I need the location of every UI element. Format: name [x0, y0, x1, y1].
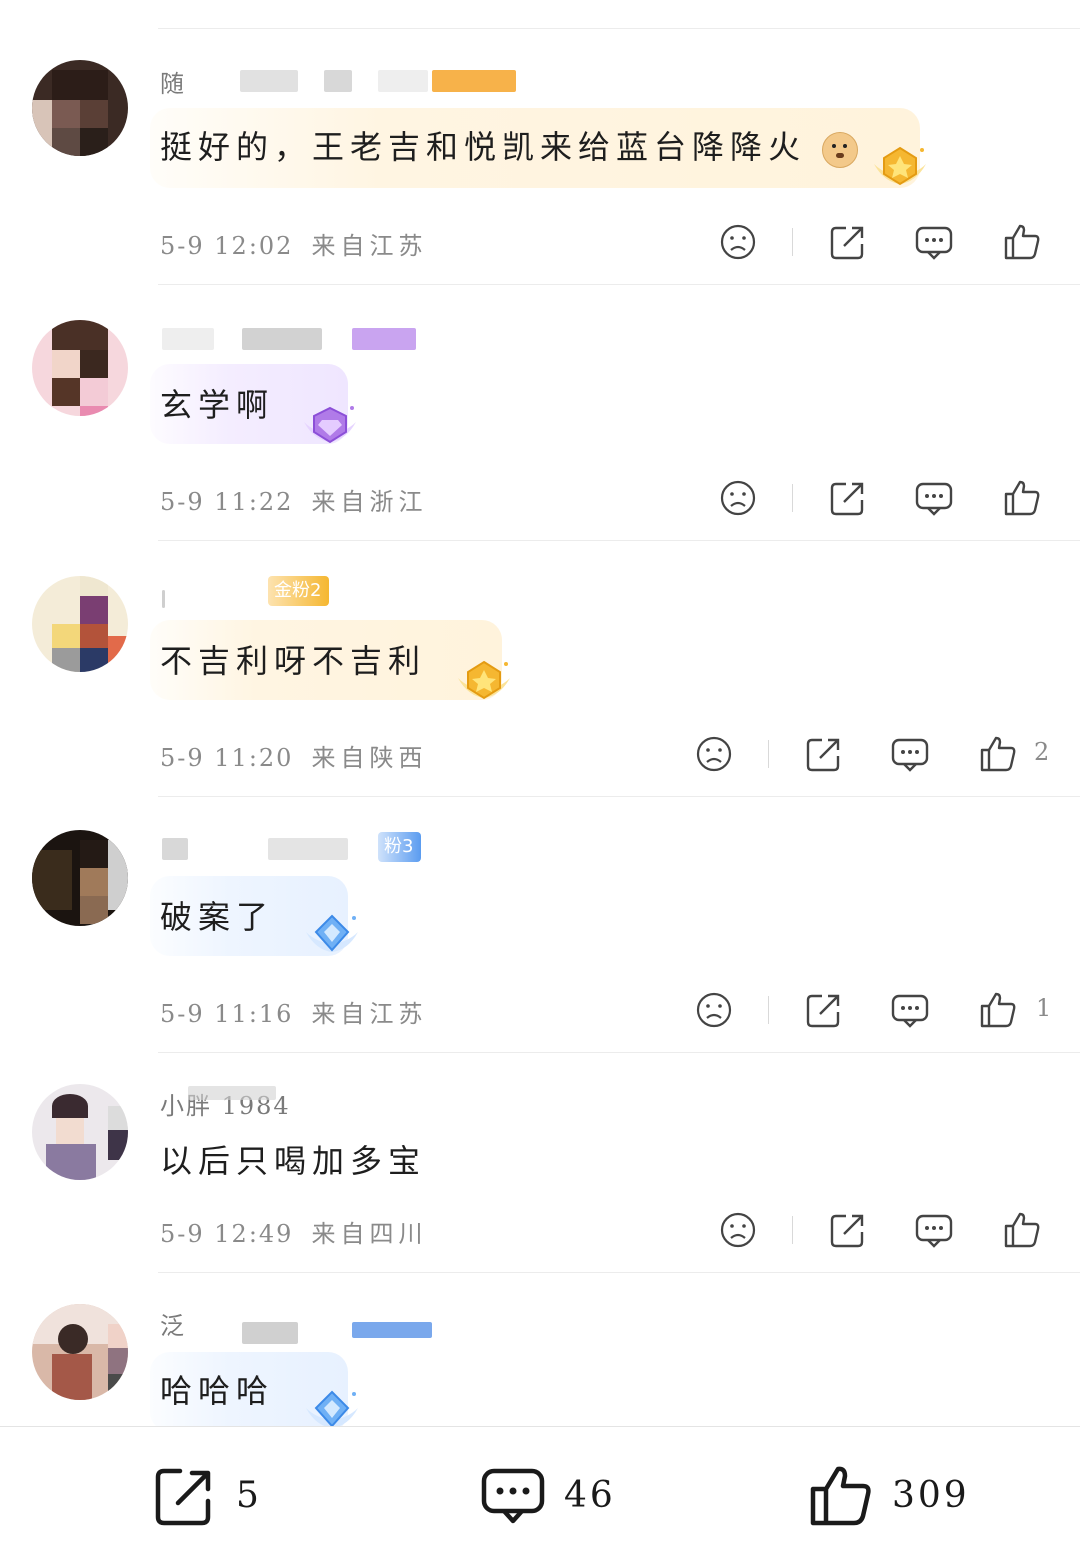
- comment-actions: 2: [694, 734, 1064, 774]
- comment-text[interactable]: 破案了: [160, 892, 274, 938]
- like-icon[interactable]: [1002, 478, 1042, 518]
- like-icon[interactable]: [978, 990, 1018, 1030]
- username[interactable]: 小胖 1984: [160, 1086, 360, 1120]
- doge-emoji-icon: [822, 131, 859, 168]
- comment-feed: 随 挺好的，王老吉和悦凯来给蓝台降降火 5-9 12:02 来自江苏 玄学啊 5…: [0, 0, 1080, 1566]
- like-icon[interactable]: [1002, 1210, 1042, 1250]
- dislike-icon[interactable]: [718, 1210, 758, 1250]
- comment-text[interactable]: 哈哈哈: [160, 1366, 274, 1412]
- username[interactable]: 金粉2: [160, 576, 360, 608]
- like-icon[interactable]: [978, 734, 1018, 774]
- like-button[interactable]: 309: [808, 1463, 978, 1529]
- comment-location: 来自江苏: [311, 1000, 428, 1028]
- share-icon[interactable]: [828, 478, 868, 518]
- username-text: 泛: [160, 1312, 186, 1340]
- action-separator: [792, 1216, 793, 1244]
- like-icon[interactable]: [1002, 222, 1042, 262]
- username[interactable]: 随: [160, 64, 520, 98]
- avatar[interactable]: [32, 576, 128, 672]
- like-count: 1: [1036, 994, 1052, 1022]
- divider: [158, 28, 1080, 29]
- comment-actions: 1: [694, 990, 1064, 1030]
- comment-text-body: 挺好的，王老吉和悦凯来给蓝台降降火: [160, 128, 807, 166]
- dislike-icon[interactable]: [718, 222, 758, 262]
- username[interactable]: 泛: [160, 1306, 460, 1344]
- avatar[interactable]: [32, 1084, 128, 1180]
- avatar[interactable]: [32, 60, 128, 156]
- comment-meta: 5-9 11:22 来自浙江: [160, 482, 427, 517]
- comment-location: 来自四川: [311, 1220, 428, 1248]
- share-icon[interactable]: [804, 990, 844, 1030]
- comment-time: 5-9 12:49: [160, 1220, 294, 1248]
- comment-time: 5-9 11:16: [160, 1000, 294, 1028]
- comment-actions: [718, 1210, 1058, 1250]
- comment-location: 来自陕西: [311, 744, 428, 772]
- dislike-icon[interactable]: [694, 990, 734, 1030]
- comment-time: 5-9 12:02: [160, 232, 294, 260]
- reply-icon[interactable]: [914, 478, 954, 518]
- dislike-icon[interactable]: [718, 478, 758, 518]
- action-separator: [792, 484, 793, 512]
- avatar[interactable]: [32, 1304, 128, 1400]
- share-icon: [155, 1468, 211, 1526]
- comment-meta: 5-9 11:20 来自陕西: [160, 738, 427, 773]
- comment-text[interactable]: 以后只喝加多宝: [160, 1136, 426, 1182]
- comment-text[interactable]: 不吉利呀不吉利: [160, 636, 426, 682]
- share-icon[interactable]: [828, 222, 868, 262]
- share-count: 5: [236, 1475, 262, 1516]
- comment-time: 5-9 11:20: [160, 744, 294, 772]
- username[interactable]: [160, 322, 430, 354]
- reply-icon[interactable]: [890, 734, 930, 774]
- share-icon[interactable]: [828, 1210, 868, 1250]
- comment-location: 来自江苏: [311, 232, 428, 260]
- purple-medal-icon: [304, 406, 356, 444]
- comment-button[interactable]: 46: [480, 1463, 620, 1529]
- like-icon: [810, 1466, 871, 1526]
- avatar[interactable]: [32, 320, 128, 416]
- fan-badge: 金粉2: [268, 576, 330, 606]
- comment-meta: 5-9 11:16 来自江苏: [160, 994, 427, 1029]
- comment-meta: 5-9 12:02 来自江苏: [160, 226, 427, 261]
- comment-text[interactable]: 玄学啊: [160, 380, 274, 426]
- action-separator: [768, 996, 769, 1024]
- comment-actions: [718, 222, 1058, 262]
- username[interactable]: 粉3: [160, 832, 460, 864]
- reply-icon[interactable]: [890, 990, 930, 1030]
- dislike-icon[interactable]: [694, 734, 734, 774]
- like-count: 2: [1034, 738, 1050, 766]
- bottom-action-bar: 5 46 309: [0, 1426, 1080, 1566]
- action-separator: [768, 740, 769, 768]
- comment-location: 来自浙江: [311, 488, 428, 516]
- reply-icon[interactable]: [914, 222, 954, 262]
- comment-text[interactable]: 挺好的，王老吉和悦凯来给蓝台降降火: [160, 122, 859, 168]
- avatar[interactable]: [32, 830, 128, 926]
- comment-time: 5-9 11:22: [160, 488, 294, 516]
- blue-medal-icon: [306, 914, 358, 952]
- action-separator: [792, 228, 793, 256]
- share-button[interactable]: 5: [152, 1463, 272, 1529]
- username-text: 随: [160, 70, 186, 98]
- comment-icon: [481, 1468, 545, 1524]
- comment-count: 46: [564, 1475, 616, 1516]
- gold-medal-icon: [458, 660, 510, 700]
- comment-meta: 5-9 12:49 来自四川: [160, 1214, 427, 1249]
- reply-icon[interactable]: [914, 1210, 954, 1250]
- like-count: 309: [892, 1475, 970, 1516]
- fan-badge: 粉3: [378, 832, 422, 862]
- comment-actions: [718, 478, 1058, 518]
- gold-medal-icon: [874, 146, 926, 186]
- share-icon[interactable]: [804, 734, 844, 774]
